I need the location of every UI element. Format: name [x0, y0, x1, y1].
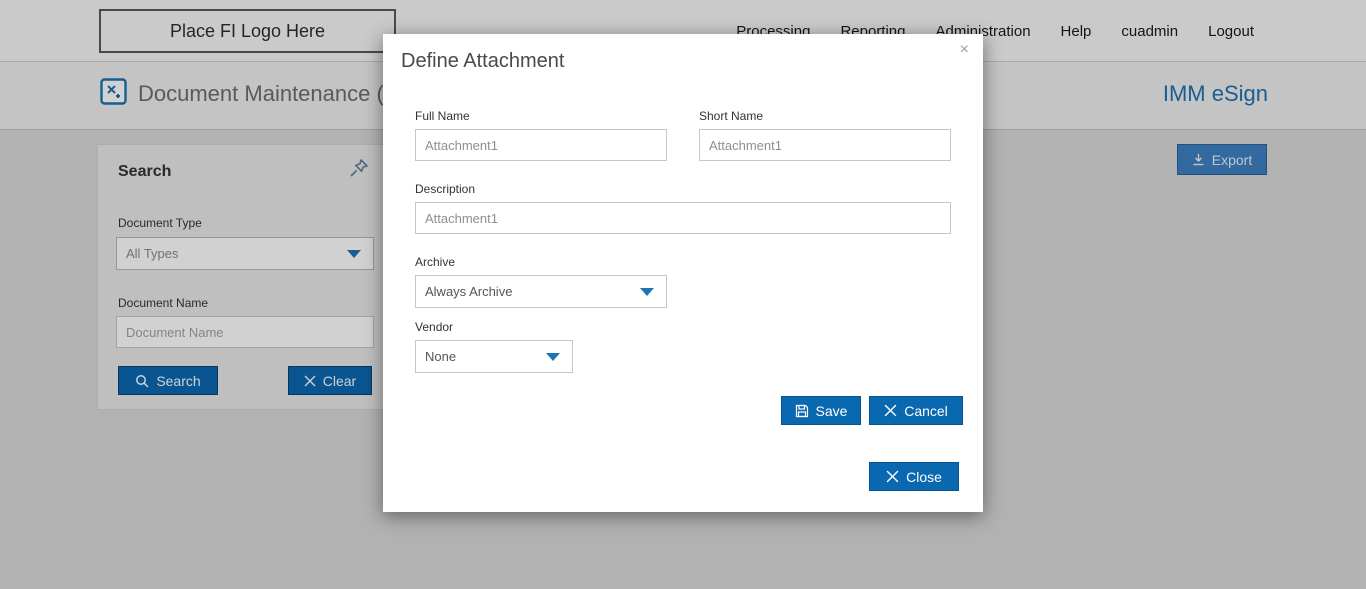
cancel-button[interactable]: Cancel: [869, 396, 963, 425]
cancel-button-label: Cancel: [904, 402, 948, 419]
archive-value: Always Archive: [425, 284, 513, 299]
full-name-input[interactable]: [415, 129, 667, 161]
vendor-select[interactable]: None: [415, 340, 573, 373]
define-attachment-dialog: Define Attachment × Full Name Short Name…: [383, 34, 983, 512]
floppy-disk-icon: [795, 404, 808, 417]
archive-select[interactable]: Always Archive: [415, 275, 667, 308]
close-button-label: Close: [906, 468, 942, 485]
description-label: Description: [415, 182, 476, 196]
full-name-label: Full Name: [415, 109, 470, 123]
vendor-label: Vendor: [415, 320, 454, 334]
short-name-label: Short Name: [699, 109, 764, 123]
archive-label: Archive: [415, 255, 456, 269]
app-screen: Place FI Logo Here Processing Reporting …: [0, 0, 1366, 589]
dialog-title: Define Attachment: [401, 50, 565, 72]
x-mark-icon: [886, 470, 899, 483]
x-mark-icon: [884, 404, 897, 417]
vendor-value: None: [425, 349, 457, 364]
dialog-close-icon[interactable]: ×: [960, 42, 969, 58]
description-input[interactable]: [415, 202, 951, 234]
save-button[interactable]: Save: [781, 396, 861, 425]
save-button-label: Save: [815, 402, 848, 419]
triangle-down-icon: [640, 287, 654, 296]
short-name-input[interactable]: [699, 129, 951, 161]
close-button[interactable]: Close: [869, 462, 959, 491]
triangle-down-icon: [546, 352, 560, 361]
